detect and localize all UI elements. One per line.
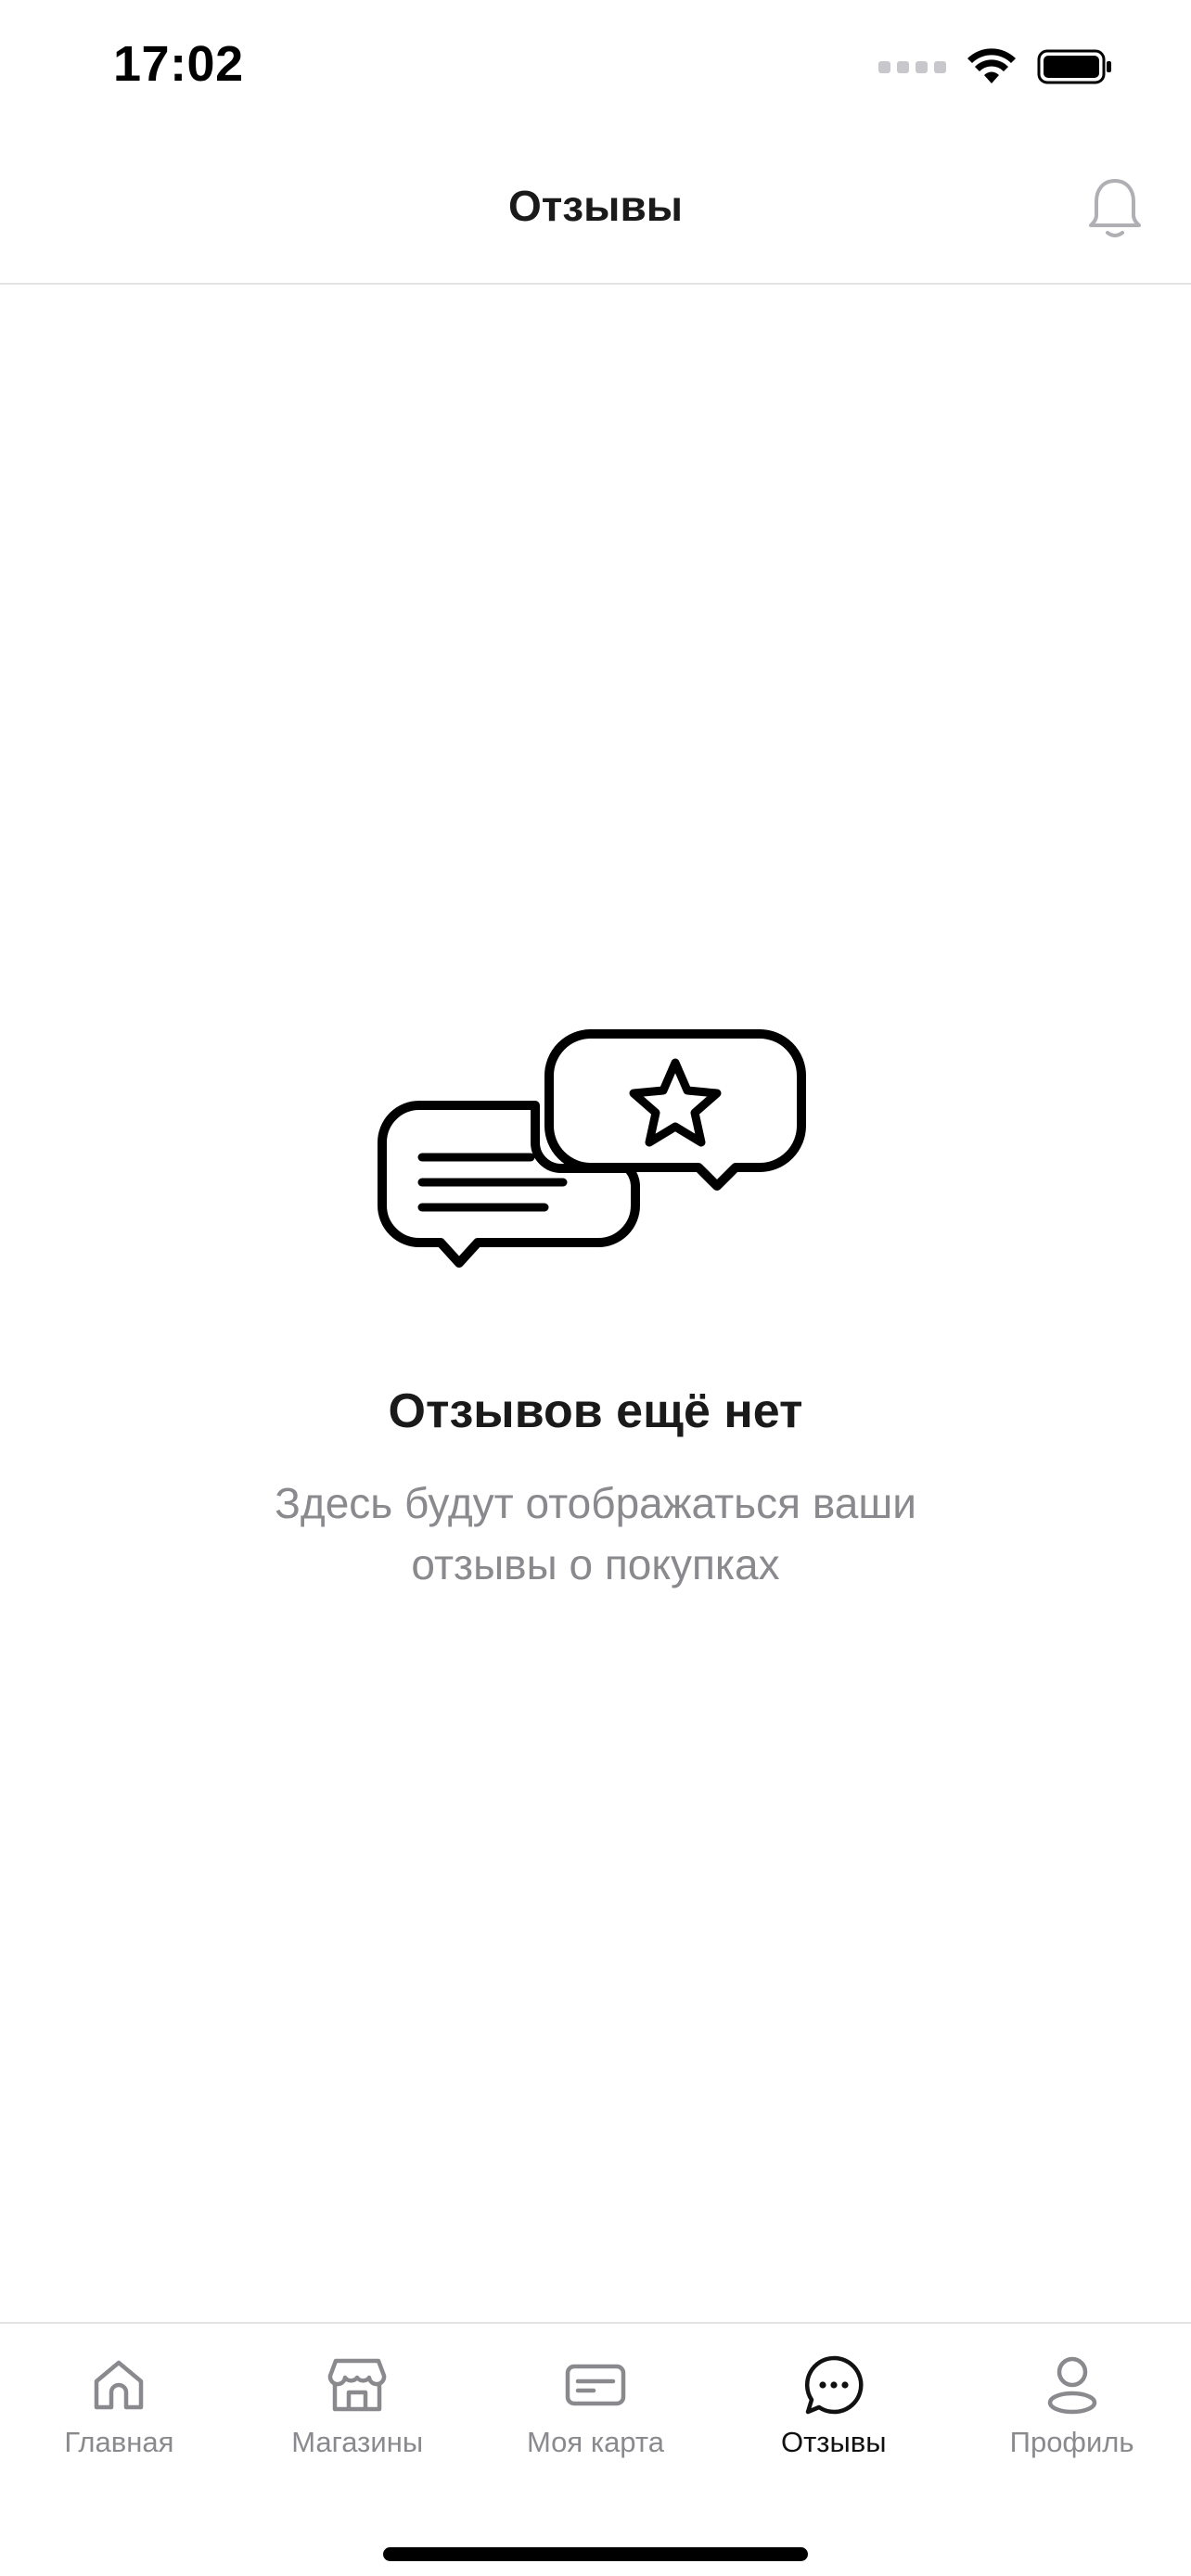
- tab-label-profile: Профиль: [1009, 2426, 1134, 2458]
- reviews-screen: 17:02 Отзывы Отзывов ещё нет Здесь будут…: [0, 0, 1191, 2576]
- empty-state-title: Отзывов ещё нет: [388, 1384, 803, 1438]
- chat-bubbles-star-icon: [378, 1029, 806, 1268]
- profile-icon: [1039, 2352, 1106, 2418]
- page-title: Отзывы: [507, 182, 684, 230]
- card-icon: [562, 2352, 629, 2418]
- store-icon: [324, 2352, 391, 2418]
- tab-home[interactable]: Главная: [0, 2324, 238, 2481]
- wifi-icon: [967, 48, 1016, 83]
- status-time: 17:02: [113, 36, 244, 92]
- tab-my-card[interactable]: Моя карта: [477, 2324, 715, 2481]
- empty-state-description: Здесь будут отображаться ваши отзывы о п…: [275, 1479, 916, 1588]
- tab-bar: Главная Магазины Моя карта Отзывы Профил…: [0, 2322, 1191, 2576]
- nav-header: Отзывы: [0, 134, 1191, 285]
- empty-state: Отзывов ещё нет Здесь будут отображаться…: [0, 1020, 1191, 1595]
- notifications-button[interactable]: [1080, 172, 1150, 246]
- tab-reviews[interactable]: Отзывы: [714, 2324, 953, 2481]
- tab-label-reviews: Отзывы: [781, 2426, 887, 2458]
- bell-icon: [1089, 179, 1141, 237]
- tab-label-my-card: Моя карта: [527, 2426, 664, 2458]
- status-icons: [878, 45, 1113, 89]
- home-indicator: [383, 2547, 808, 2561]
- tab-profile[interactable]: Профиль: [953, 2324, 1191, 2481]
- battery-icon: [1037, 49, 1111, 84]
- tab-label-home: Главная: [64, 2426, 174, 2458]
- home-icon: [85, 2352, 152, 2418]
- tab-label-stores: Магазины: [291, 2426, 424, 2458]
- cellular-signal-icon: [878, 60, 946, 73]
- chat-icon: [800, 2352, 867, 2418]
- tab-stores[interactable]: Магазины: [238, 2324, 477, 2481]
- status-bar: 17:02: [0, 0, 1191, 134]
